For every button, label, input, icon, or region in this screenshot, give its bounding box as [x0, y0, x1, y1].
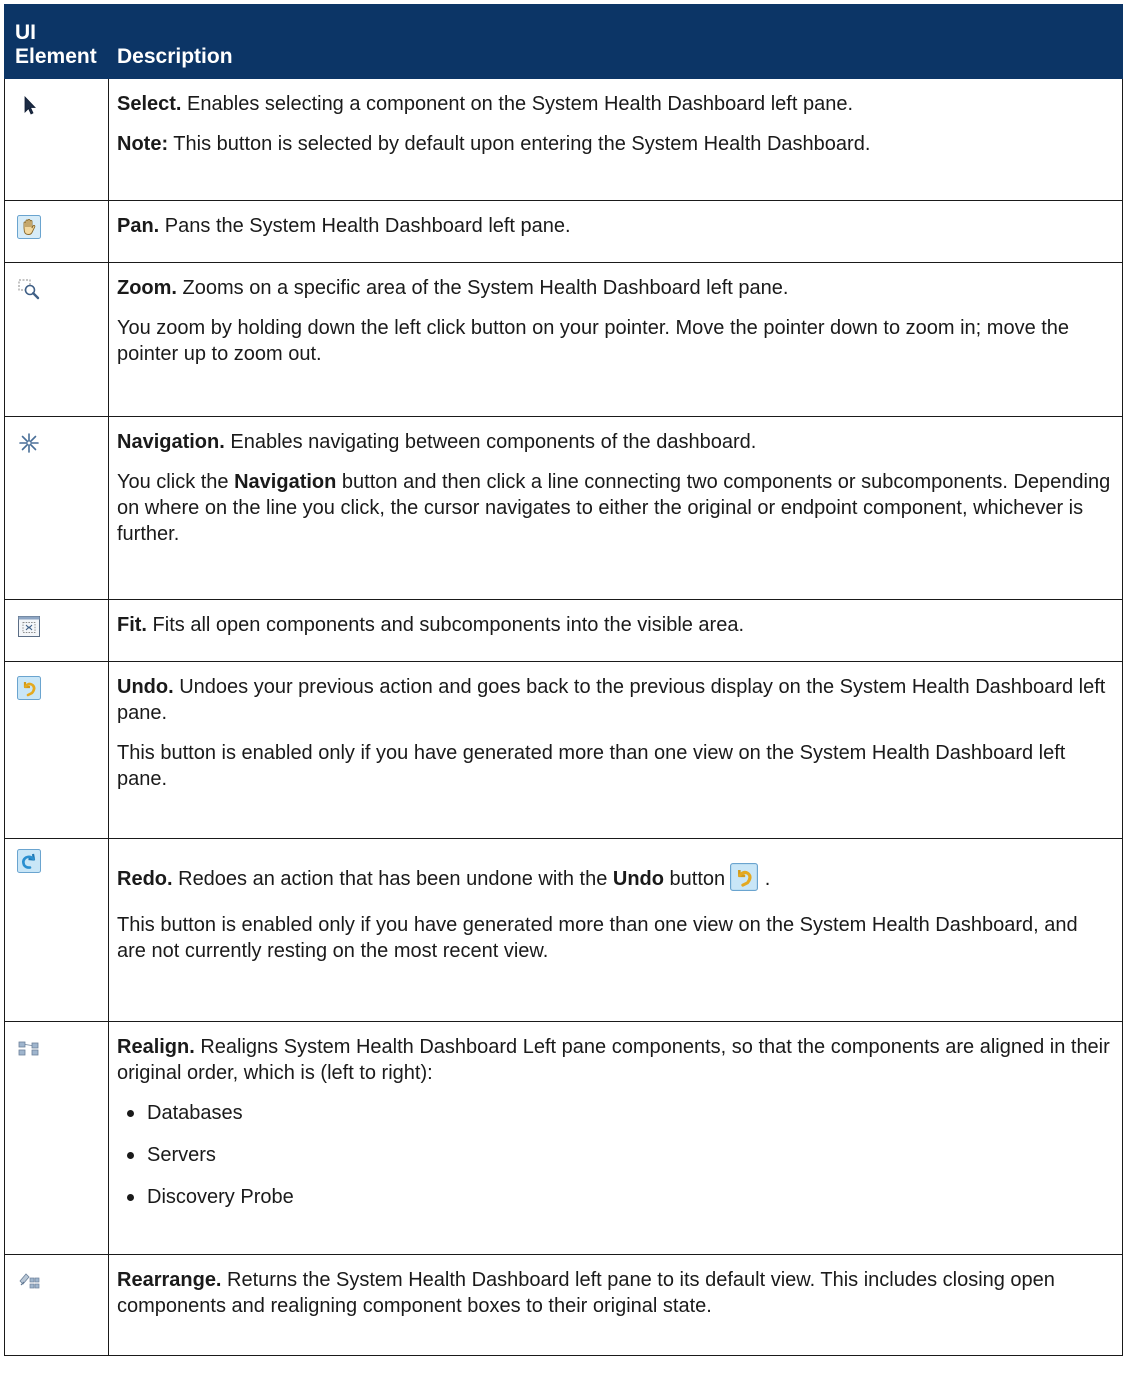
note-text: This button is selected by default upon … [168, 133, 871, 155]
description-paragraph: Fit. Fits all open components and subcom… [117, 612, 1112, 638]
inline-term: Navigation [234, 471, 337, 493]
icon-cell [4, 661, 109, 839]
icon-cell [4, 1021, 109, 1255]
description-paragraph: Select. Enables selecting a component on… [117, 91, 1112, 117]
description-paragraph: Rearrange. Returns the System Health Das… [117, 1267, 1112, 1319]
description-cell: Zoom. Zooms on a specific area of the Sy… [108, 262, 1123, 417]
term-label: Pan. [117, 215, 160, 237]
description-paragraph-2: You click the Navigation button and then… [117, 469, 1112, 547]
description-text: Zooms on a specific area of the System H… [177, 277, 789, 299]
term-label: Zoom. [117, 277, 177, 299]
icon-cell [4, 262, 109, 417]
description-text: button [663, 868, 726, 890]
list-item: Discovery Probe [117, 1184, 1112, 1210]
description-text: . [759, 868, 771, 890]
ui-elements-table: UI Element Description Select. Enables s… [4, 4, 1123, 1356]
table-row: Redo. Redoes an action that has been und… [4, 838, 1123, 1022]
note-label: Note: [117, 133, 169, 155]
description-paragraph: Realign. Realigns System Health Dashboar… [117, 1034, 1112, 1086]
rearrange-icon [17, 1269, 41, 1293]
term-label: Select. [117, 93, 182, 115]
table-row: Realign. Realigns System Health Dashboar… [4, 1021, 1123, 1255]
header-description: Description [108, 4, 1123, 79]
undo-icon [729, 863, 759, 898]
description-paragraph-2: This button is enabled only if you have … [117, 914, 1078, 962]
description-cell: Select. Enables selecting a component on… [108, 78, 1123, 201]
term-label: Realign. [117, 1036, 195, 1058]
description-cell: Fit. Fits all open components and subcom… [108, 599, 1123, 662]
table-row: Pan. Pans the System Health Dashboard le… [4, 200, 1123, 263]
description-text: Enables navigating between components of… [224, 431, 757, 453]
description-cell: Rearrange. Returns the System Health Das… [108, 1254, 1123, 1356]
description-text: Fits all open components and subcomponen… [147, 614, 745, 636]
note-paragraph: Note: This button is selected by default… [117, 131, 1112, 157]
description-cell: Redo. Redoes an action that has been und… [108, 838, 1123, 1022]
description-cell: Undo. Undoes your previous action and go… [108, 661, 1123, 839]
bullet-list: Databases Servers Discovery Probe [117, 1100, 1112, 1210]
table-row: Fit. Fits all open components and subcom… [4, 599, 1123, 662]
fit-icon [17, 614, 41, 638]
pan-hand-icon [17, 214, 41, 239]
table-row: Rearrange. Returns the System Health Das… [4, 1254, 1123, 1356]
icon-cell [4, 1254, 109, 1356]
table-header-row: UI Element Description [4, 4, 1123, 79]
list-item: Databases [117, 1100, 1112, 1126]
navigation-star-icon [17, 431, 41, 455]
inline-term: Undo [612, 868, 664, 890]
description-text: Returns the System Health Dashboard left… [117, 1269, 1055, 1317]
icon-cell [4, 416, 109, 600]
description-paragraph: Undo. Undoes your previous action and go… [117, 674, 1112, 726]
table-row: Select. Enables selecting a component on… [4, 78, 1123, 201]
description-paragraph-2: You zoom by holding down the left click … [117, 317, 1070, 365]
description-paragraph: Pan. Pans the System Health Dashboard le… [117, 213, 1112, 239]
description-paragraph: Navigation. Enables navigating between c… [117, 429, 1112, 455]
description-text: Pans the System Health Dashboard left pa… [159, 215, 571, 237]
icon-cell [4, 78, 109, 201]
zoom-magnifier-icon [17, 277, 41, 301]
description-paragraph: Redo. Redoes an action that has been und… [117, 863, 1112, 898]
description-text: Undoes your previous action and goes bac… [117, 676, 1106, 724]
table-row: Zoom. Zooms on a specific area of the Sy… [4, 262, 1123, 417]
table-row: Navigation. Enables navigating between c… [4, 416, 1123, 600]
description-text: Redoes an action that has been undone wi… [172, 868, 613, 890]
description-paragraph: Zoom. Zooms on a specific area of the Sy… [117, 275, 1112, 301]
description-text: Realigns System Health Dashboard Left pa… [117, 1036, 1110, 1084]
description-cell: Pan. Pans the System Health Dashboard le… [108, 200, 1123, 263]
undo-icon [17, 675, 41, 700]
description-text: Enables selecting a component on the Sys… [181, 93, 854, 115]
description-cell: Realign. Realigns System Health Dashboar… [108, 1021, 1123, 1255]
para-text: You click the [117, 471, 235, 493]
term-label: Fit. [117, 614, 147, 636]
realign-icon [17, 1036, 41, 1060]
term-label: Undo. [117, 676, 174, 698]
header-ui-element: UI Element [4, 4, 109, 79]
description-paragraph-2: This button is enabled only if you have … [117, 742, 1066, 790]
description-cell: Navigation. Enables navigating between c… [108, 416, 1123, 600]
list-item: Servers [117, 1142, 1112, 1168]
select-arrow-icon [17, 93, 41, 117]
term-label: Rearrange. [117, 1269, 222, 1291]
icon-cell [4, 200, 109, 263]
term-label: Navigation. [117, 431, 225, 453]
header-element-line: Element [15, 45, 97, 68]
term-label: Redo. [117, 868, 173, 890]
table-row: Undo. Undoes your previous action and go… [4, 661, 1123, 839]
redo-icon [17, 848, 41, 873]
icon-cell [4, 599, 109, 662]
icon-cell [4, 838, 109, 1022]
header-ui-line: UI [15, 21, 36, 44]
